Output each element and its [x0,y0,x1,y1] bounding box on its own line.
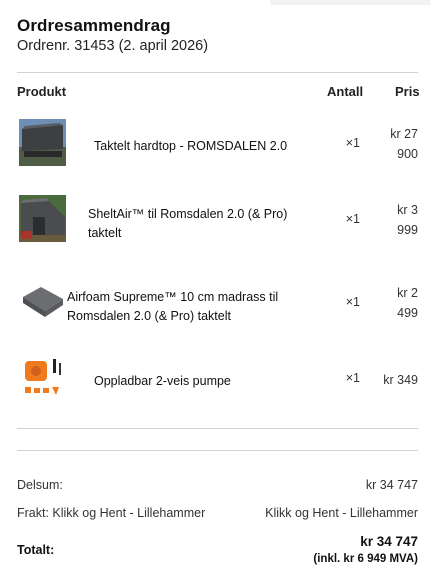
product-price: kr 3 999 [397,203,418,237]
product-quantity: ×1 [345,136,360,150]
subtotal-value: kr 34 747 [365,478,418,492]
pump-icon [19,353,66,400]
column-header-quantity: Antall [327,84,364,99]
total-value: kr 34 747 [360,534,418,549]
shipping-label: Frakt: Klikk og Hent - Lillehammer [17,506,206,520]
product-quantity: ×1 [345,212,360,226]
mattress-icon [19,279,66,326]
product-name: Airfoam Supreme™ 10 cm madrass til Romsd… [67,290,279,323]
product-name: Oppladbar 2-veis pumpe [94,374,231,388]
top-edge-bar [270,0,430,5]
roof-tent-icon [19,119,66,166]
divider [17,72,418,73]
product-price: kr 27 900 [390,127,418,161]
page-title: Ordresammendrag [17,16,171,35]
product-name: SheltAir™ til Romsdalen 2.0 (& Pro) takt… [88,207,288,240]
shipping-value: Klikk og Hent - Lillehammer [265,506,418,520]
product-quantity: ×1 [345,371,360,385]
product-name: Taktelt hardtop - ROMSDALEN 2.0 [94,139,288,153]
column-header-price: Pris [395,84,420,99]
awning-tent-icon [19,195,66,242]
product-quantity: ×1 [345,295,360,309]
subtotal-label: Delsum: [17,478,63,492]
order-info: Ordrenr. 31453 (2. april 2026) [17,38,209,54]
divider [17,450,418,451]
column-header-product: Produkt [17,84,67,99]
product-price: kr 2 499 [397,286,418,320]
product-price: kr 349 [383,373,418,387]
divider [17,428,418,429]
total-vat: (inkl. kr 6 949 MVA) [313,553,418,565]
total-label: Totalt: [17,543,55,557]
